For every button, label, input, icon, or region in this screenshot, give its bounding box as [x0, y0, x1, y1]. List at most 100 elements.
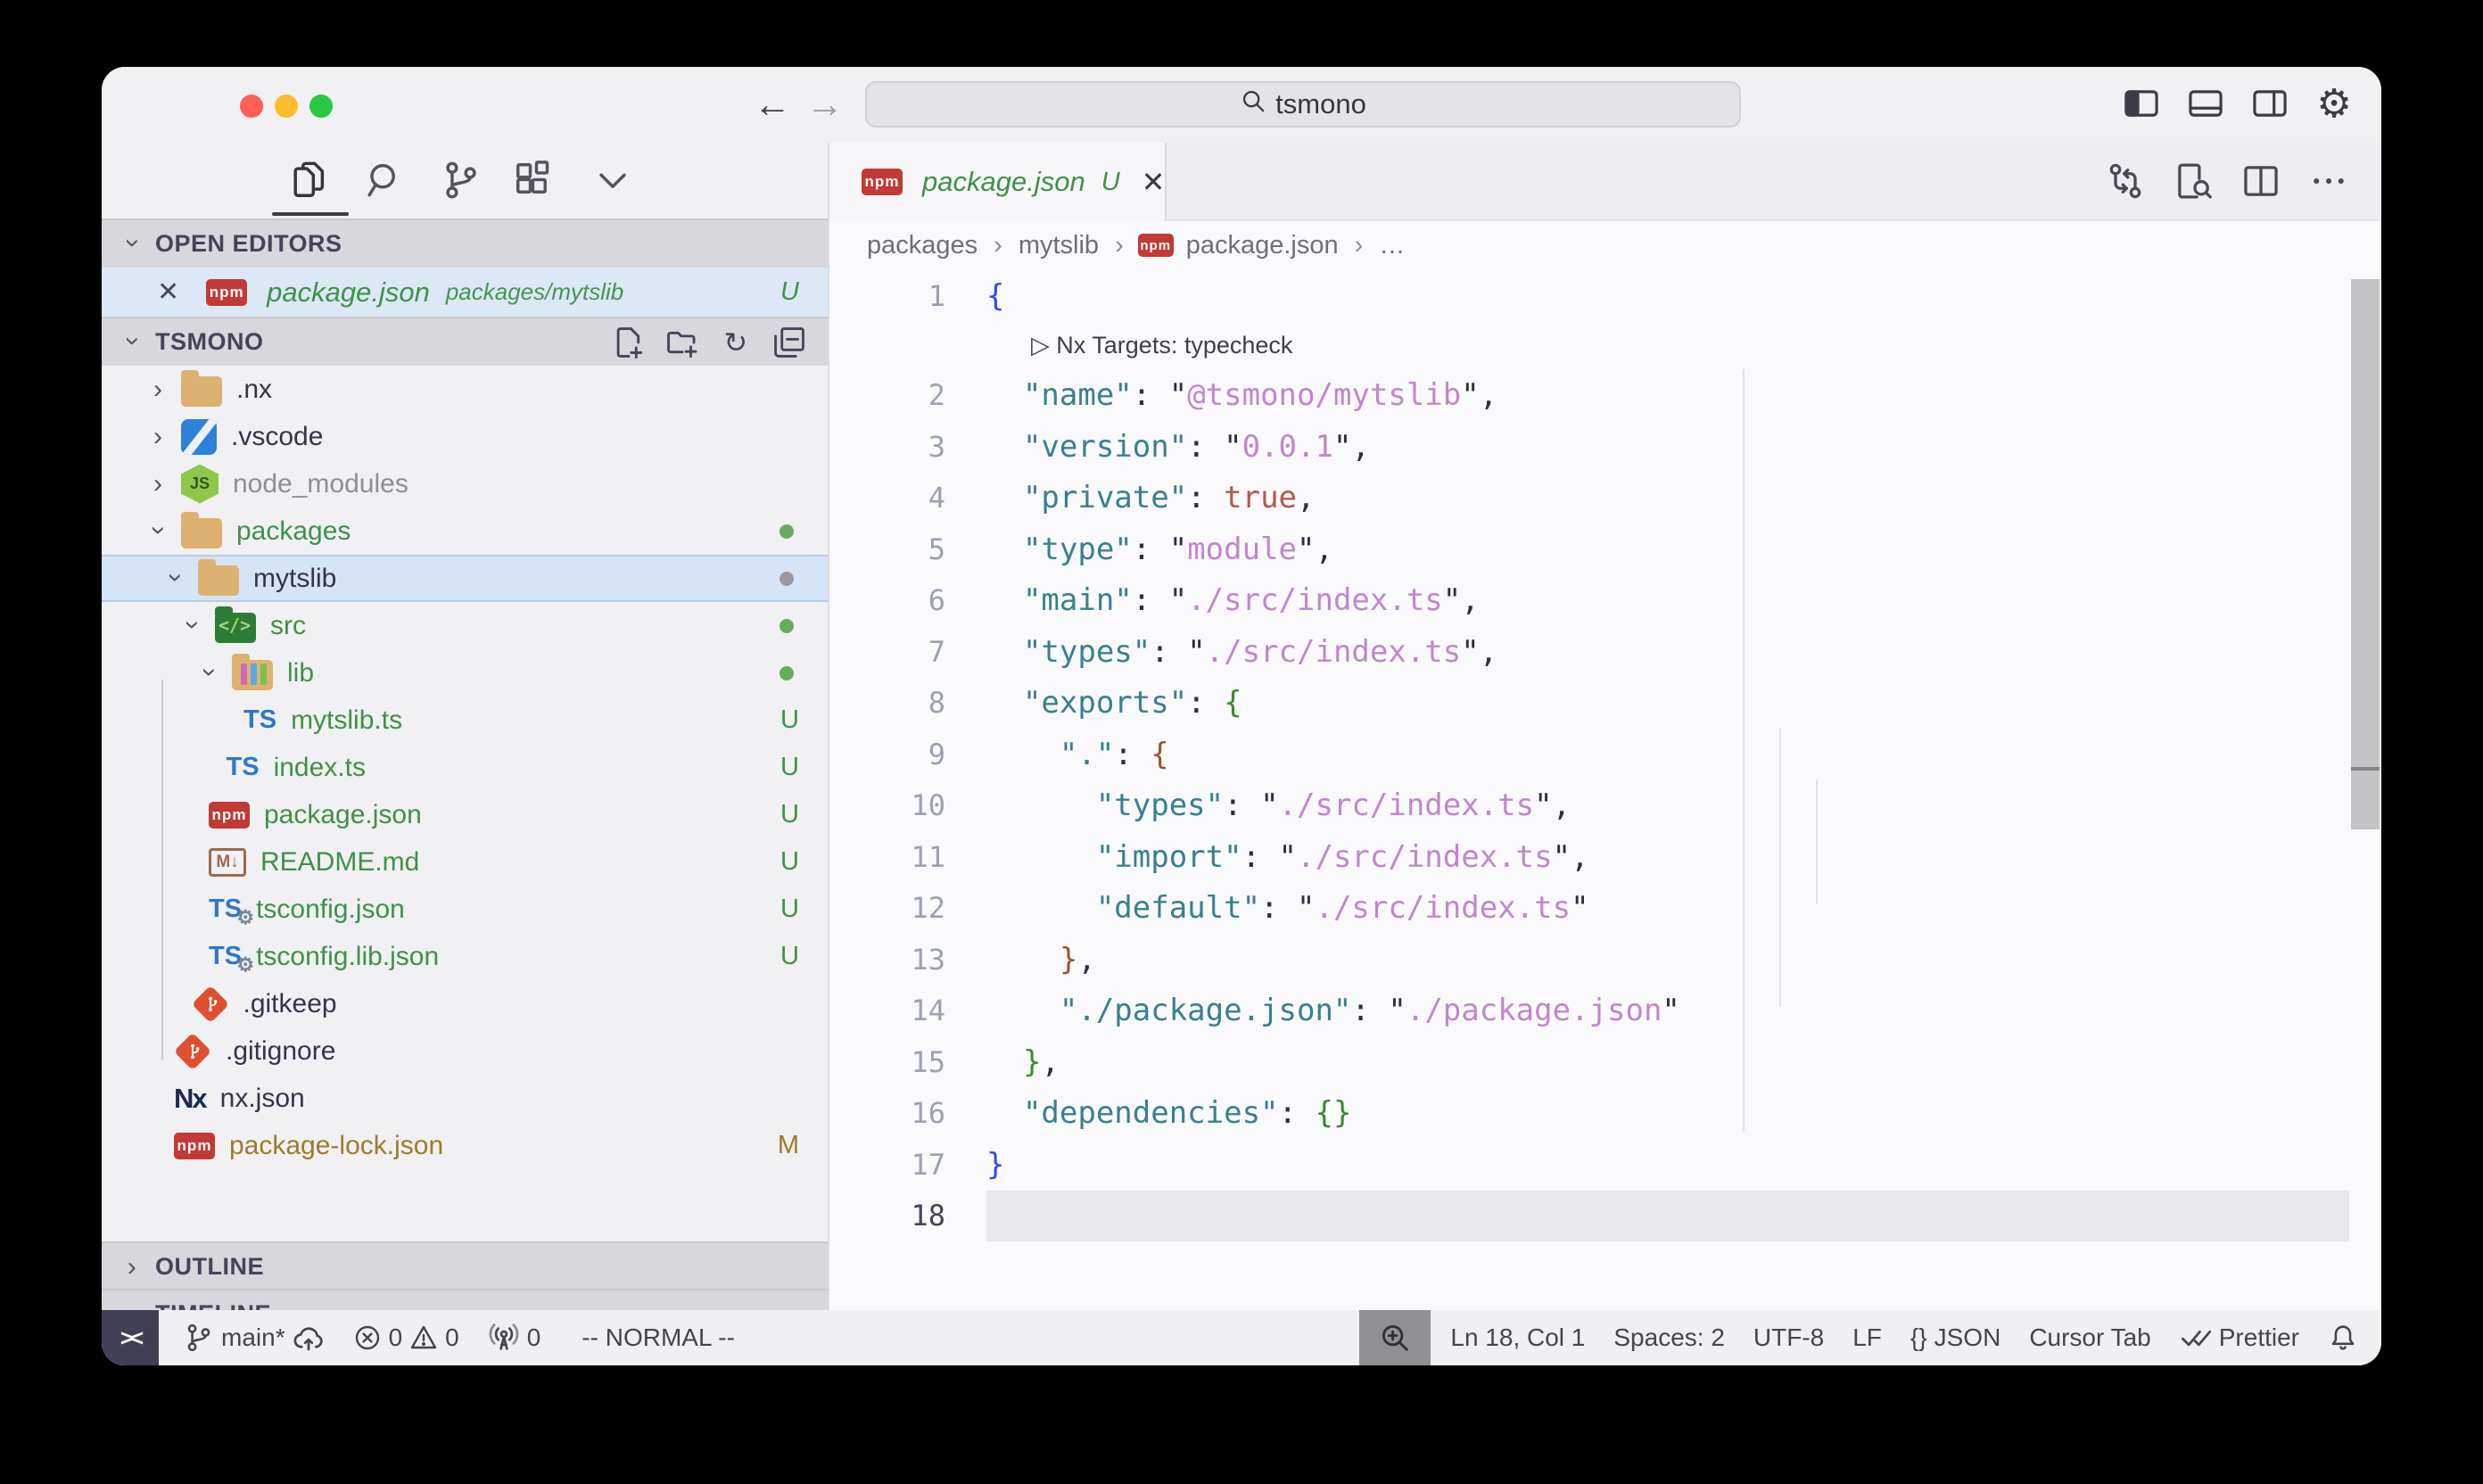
navigate-forward-button[interactable]: →: [806, 81, 844, 128]
code-line-1[interactable]: 1{: [829, 270, 2381, 322]
scrollbar-thumb[interactable]: [2351, 279, 2380, 829]
line-number[interactable]: 12: [829, 891, 986, 925]
code-line-13[interactable]: 13 },: [829, 934, 2381, 985]
problems-status[interactable]: 0 0: [353, 1323, 459, 1352]
tree-item-.gitignore[interactable]: .gitignore: [102, 1027, 828, 1075]
window-close-button[interactable]: [240, 95, 263, 118]
zoom-indicator[interactable]: [1359, 1310, 1431, 1365]
code-line-5[interactable]: 5 "type": "module",: [829, 524, 2381, 575]
chevron-down-icon[interactable]: ›: [161, 566, 191, 588]
tree-item-index.ts[interactable]: TSindex.tsU: [102, 744, 828, 791]
tree-item-lib[interactable]: ›lib: [102, 649, 828, 697]
chevron-right-icon[interactable]: ›: [147, 375, 169, 405]
tree-item-package.json[interactable]: npmpackage.jsonU: [102, 791, 828, 838]
chevron-right-icon[interactable]: ›: [147, 422, 169, 452]
new-folder-icon[interactable]: [665, 326, 699, 359]
formatter-status[interactable]: Prettier: [2180, 1322, 2299, 1354]
extensions-icon[interactable]: [505, 155, 562, 205]
window-minimize-button[interactable]: [275, 95, 298, 118]
code-line-11[interactable]: 11 "import": "./src/index.ts",: [829, 831, 2381, 883]
tree-item-nx.json[interactable]: Nxnx.json: [102, 1075, 828, 1122]
chevron-down-icon[interactable]: ›: [144, 519, 174, 540]
close-icon[interactable]: ✕: [157, 276, 179, 308]
chevron-right-icon[interactable]: ›: [147, 469, 169, 499]
more-actions-icon[interactable]: [2308, 161, 2349, 202]
split-editor-icon[interactable]: [2240, 161, 2281, 202]
cursor-position[interactable]: Ln 18, Col 1: [1450, 1323, 1585, 1352]
code-line-4[interactable]: 4 "private": true,: [829, 473, 2381, 524]
chevron-down-icon[interactable]: ›: [194, 661, 225, 682]
line-number[interactable]: 10: [829, 788, 986, 822]
tree-item-.gitkeep[interactable]: .gitkeep: [102, 980, 828, 1027]
line-number[interactable]: 6: [829, 583, 986, 617]
toggle-secondary-sidebar-icon[interactable]: [2249, 83, 2290, 124]
line-number[interactable]: 17: [829, 1148, 986, 1182]
line-number[interactable]: 13: [829, 943, 986, 977]
line-number[interactable]: 15: [829, 1045, 986, 1079]
line-number[interactable]: 3: [829, 430, 986, 464]
code-line-9[interactable]: 9 ".": {: [829, 729, 2381, 780]
code-line-14[interactable]: 14 "./package.json": "./package.json": [829, 985, 2381, 1037]
tree-item-mytslib.ts[interactable]: TSmytslib.tsU: [102, 697, 828, 744]
line-number[interactable]: 18: [829, 1199, 986, 1233]
eol-setting[interactable]: LF: [1852, 1323, 1882, 1352]
refresh-icon[interactable]: ↻: [719, 326, 753, 359]
line-number[interactable]: 7: [829, 635, 986, 669]
line-number[interactable]: 2: [829, 378, 986, 412]
explorer-section-header[interactable]: › TSMONO ↻: [102, 317, 828, 366]
tree-item-package-lock.json[interactable]: npmpackage-lock.jsonM: [102, 1122, 828, 1169]
settings-gear-icon[interactable]: ⚙: [2314, 83, 2355, 124]
code-line-8[interactable]: 8 "exports": {: [829, 678, 2381, 730]
breadcrumb-item[interactable]: packages: [867, 231, 978, 260]
breadcrumb-item[interactable]: mytslib: [1019, 231, 1099, 260]
open-editors-header[interactable]: › OPEN EDITORS: [102, 218, 828, 268]
chevron-down-icon[interactable]: ›: [177, 614, 208, 635]
tree-item-node_modules[interactable]: ›JSnode_modules: [102, 460, 828, 507]
line-number[interactable]: 9: [829, 738, 986, 771]
search-icon[interactable]: [357, 155, 414, 205]
remote-indicator[interactable]: ><: [102, 1310, 159, 1365]
vim-mode[interactable]: -- NORMAL --: [582, 1323, 735, 1352]
codelens-nx-targets[interactable]: ▷ Nx Targets: typecheck: [986, 332, 1292, 359]
tree-item-.vscode[interactable]: ›.vscode: [102, 413, 828, 460]
code-line-3[interactable]: 3 "version": "0.0.1",: [829, 421, 2381, 473]
breadcrumb-item[interactable]: package.json: [1186, 231, 1339, 260]
git-compare-icon[interactable]: [2105, 161, 2146, 202]
line-number[interactable]: 14: [829, 993, 986, 1027]
line-number[interactable]: 11: [829, 840, 986, 874]
toggle-panel-icon[interactable]: [2185, 83, 2226, 124]
navigate-back-button[interactable]: ←: [754, 81, 791, 128]
breadcrumb-item[interactable]: …: [1379, 231, 1405, 260]
language-mode[interactable]: {} JSON: [1910, 1323, 2000, 1352]
tree-item-mytslib[interactable]: ›mytslib: [102, 555, 828, 602]
notifications-bell-icon[interactable]: [2328, 1323, 2358, 1353]
ports-status[interactable]: 0: [488, 1322, 541, 1354]
code-line-2[interactable]: 2 "name": "@tsmono/mytslib",: [829, 370, 2381, 422]
tab-close-icon[interactable]: ✕: [1142, 165, 1166, 199]
tree-item-tsconfig.json[interactable]: TS⚙tsconfig.jsonU: [102, 886, 828, 933]
tree-item-.nx[interactable]: ›.nx: [102, 366, 828, 413]
collapse-all-icon[interactable]: [772, 326, 806, 359]
code-line-10[interactable]: 10 "types": "./src/index.ts",: [829, 780, 2381, 832]
explorer-icon[interactable]: [281, 155, 338, 205]
toggle-primary-sidebar-icon[interactable]: [2121, 83, 2162, 124]
tab-package-json[interactable]: npm package.json U ✕: [829, 143, 1167, 221]
line-number[interactable]: 4: [829, 481, 986, 515]
tree-item-packages[interactable]: ›packages: [102, 507, 828, 555]
line-number[interactable]: 16: [829, 1096, 986, 1130]
git-branch-status[interactable]: main*: [184, 1322, 325, 1354]
tree-item-README.md[interactable]: M↓README.mdU: [102, 838, 828, 886]
code-line-7[interactable]: 7 "types": "./src/index.ts",: [829, 626, 2381, 678]
code-line-16[interactable]: 16 "dependencies": {}: [829, 1088, 2381, 1140]
tree-item-tsconfig.lib.json[interactable]: TS⚙tsconfig.lib.jsonU: [102, 933, 828, 980]
code-line-15[interactable]: 15 },: [829, 1036, 2381, 1088]
code-line-18[interactable]: 18: [829, 1191, 2381, 1242]
code-line-6[interactable]: 6 "main": "./src/index.ts",: [829, 575, 2381, 627]
new-file-icon[interactable]: [612, 326, 646, 359]
codelens-row[interactable]: ▷ Nx Targets: typecheck: [829, 322, 2381, 370]
line-number[interactable]: 8: [829, 686, 986, 720]
cursor-tab-setting[interactable]: Cursor Tab: [2029, 1323, 2150, 1352]
window-zoom-button[interactable]: [309, 95, 333, 118]
command-center-search[interactable]: tsmono: [865, 81, 1741, 128]
outline-section-header[interactable]: › OUTLINE: [102, 1241, 828, 1290]
